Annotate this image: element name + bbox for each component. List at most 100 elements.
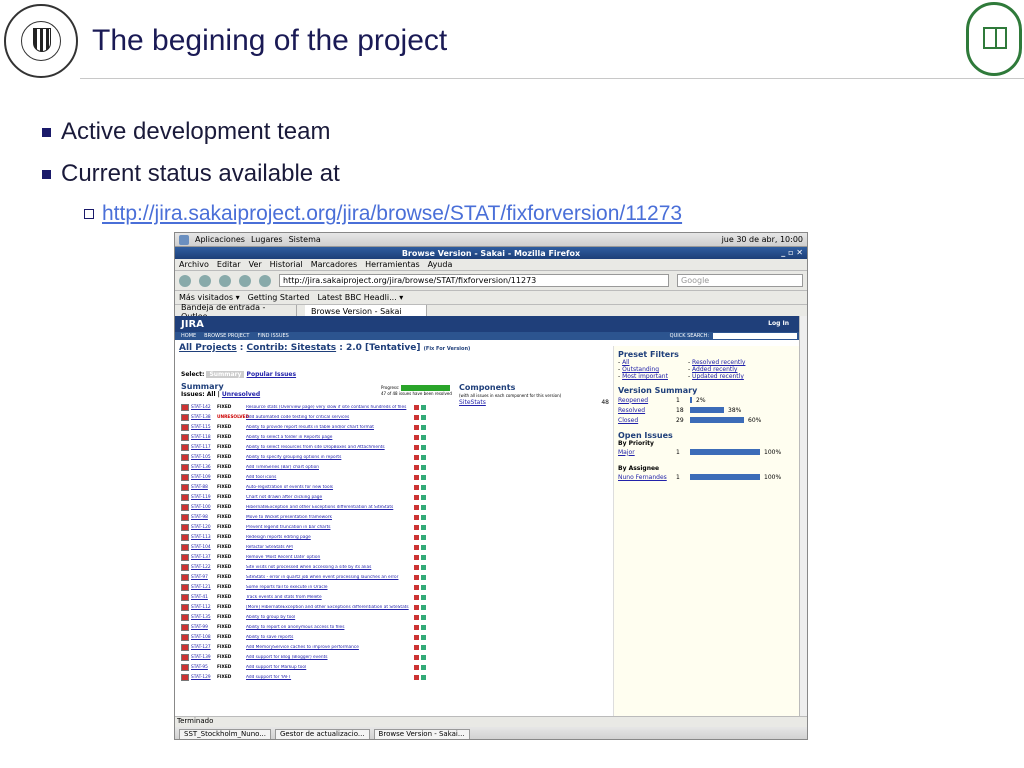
issue-summary[interactable]: Ability to specify grouping options in r… — [246, 455, 412, 460]
bookmark-getting-started[interactable]: Getting Started — [248, 293, 310, 302]
filter-most-important[interactable]: Most important — [622, 373, 668, 380]
issue-summary[interactable]: Some reports fail to execute in Oracle — [246, 585, 412, 590]
assignee-link[interactable]: Nuno Fernandes — [618, 474, 672, 481]
version-status-link[interactable]: Resolved — [618, 407, 672, 414]
window-controls[interactable]: _ ▫ ✕ — [781, 248, 803, 257]
issue-key[interactable]: STAT-142 — [191, 405, 215, 410]
issue-key[interactable]: STAT-108 — [191, 635, 215, 640]
issue-summary[interactable]: Ability to save reports — [246, 635, 412, 640]
menu-sistema[interactable]: Sistema — [289, 235, 321, 244]
filter-added-recently[interactable]: Added recently — [692, 366, 737, 373]
issue-summary[interactable]: Ability to report on anonymous access to… — [246, 625, 412, 630]
issue-summary[interactable]: Site visits not processed when accessing… — [246, 565, 412, 570]
issue-key[interactable]: STAT-88 — [191, 485, 215, 490]
crumb-project[interactable]: Contrib: Sitestats — [247, 343, 337, 353]
issue-summary[interactable]: [More] HibernateException and other Exce… — [246, 605, 412, 610]
back-icon[interactable] — [179, 274, 191, 287]
bookmark-most-visited[interactable]: Más visitados ▾ — [179, 293, 240, 302]
clock[interactable]: jue 30 de abr, 10:00 — [722, 235, 803, 244]
select-summary-tab[interactable]: Summary — [206, 371, 245, 378]
version-status-link[interactable]: Reopened — [618, 397, 672, 404]
issue-key[interactable]: STAT-113 — [191, 535, 215, 540]
menu-marcadores[interactable]: Marcadores — [311, 260, 357, 269]
menu-aplicaciones[interactable]: Aplicaciones — [195, 235, 245, 244]
select-popular-tab[interactable]: Popular Issues — [247, 371, 297, 378]
issue-key[interactable]: STAT-99 — [191, 625, 215, 630]
issue-summary[interactable]: Add automated code testing for critical … — [246, 415, 412, 420]
issue-summary[interactable]: Ability to select resources from site Dr… — [246, 445, 412, 450]
nav-browse-project[interactable]: BROWSE PROJECT — [204, 333, 249, 339]
issues-all[interactable]: All — [207, 391, 216, 398]
issue-summary[interactable]: Chart not drawn after clicking page — [246, 495, 412, 500]
filter-all[interactable]: All — [622, 359, 629, 366]
stop-icon[interactable] — [239, 274, 251, 287]
crumb-all-projects[interactable]: All Projects — [179, 343, 237, 353]
issue-key[interactable]: STAT-135 — [191, 615, 215, 620]
quick-search-input[interactable] — [713, 333, 797, 339]
issue-key[interactable]: STAT-129 — [191, 675, 215, 680]
issue-key[interactable]: STAT-98 — [191, 515, 215, 520]
issue-summary[interactable]: HibernateException and other Exceptions … — [246, 505, 412, 510]
bookmark-bbc[interactable]: Latest BBC Headli... ▾ — [317, 293, 403, 302]
vertical-scrollbar[interactable] — [799, 316, 807, 716]
menu-herramientas[interactable]: Herramientas — [365, 260, 420, 269]
issue-key[interactable]: STAT-105 — [191, 455, 215, 460]
issue-summary[interactable]: Move to Wicket presentation framework — [246, 515, 412, 520]
issue-key[interactable]: STAT-117 — [191, 445, 215, 450]
issues-unresolved[interactable]: Unresolved — [222, 391, 260, 398]
filter-updated-recently[interactable]: Updated recently — [692, 373, 744, 380]
issue-key[interactable]: STAT-118 — [191, 435, 215, 440]
jira-logo[interactable]: JIRA — [181, 319, 204, 330]
issue-key[interactable]: STAT-97 — [191, 575, 215, 580]
issue-key[interactable]: STAT-138 — [191, 415, 215, 420]
issue-summary[interactable]: Remove 'Most Recent Date' option — [246, 555, 412, 560]
issue-summary[interactable]: Add TimeSeries (Bar) chart option — [246, 465, 412, 470]
issue-key[interactable]: STAT-137 — [191, 555, 215, 560]
forward-icon[interactable] — [199, 274, 211, 287]
issue-key[interactable]: STAT-112 — [191, 605, 215, 610]
issue-key[interactable]: STAT-95 — [191, 665, 215, 670]
issue-key[interactable]: STAT-119 — [191, 495, 215, 500]
menu-ver[interactable]: Ver — [249, 260, 262, 269]
filter-outstanding[interactable]: Outstanding — [622, 366, 659, 373]
menu-lugares[interactable]: Lugares — [251, 235, 283, 244]
issue-key[interactable]: STAT-122 — [191, 565, 215, 570]
search-box[interactable]: Google — [677, 274, 803, 287]
task-sst[interactable]: SST_Stockholm_Nuno... — [179, 728, 271, 739]
issue-summary[interactable]: Auto-registration of events for new tool… — [246, 485, 412, 490]
issue-summary[interactable]: Track events and stats from Melete — [246, 595, 412, 600]
login-link[interactable]: Log In — [768, 320, 789, 327]
issue-key[interactable]: STAT-100 — [191, 505, 215, 510]
issue-summary[interactable]: Prevent legend truncation in bar charts — [246, 525, 412, 530]
issue-summary[interactable]: Ability to group by tool — [246, 615, 412, 620]
issue-summary[interactable]: Add MemoryService caches to improve perf… — [246, 645, 412, 650]
issue-key[interactable]: STAT-120 — [191, 525, 215, 530]
issue-summary[interactable]: Ability to select a folder in Reports pa… — [246, 435, 412, 440]
menu-editar[interactable]: Editar — [217, 260, 241, 269]
url-bar[interactable]: http://jira.sakaiproject.org/jira/browse… — [279, 274, 669, 287]
jira-link[interactable]: http://jira.sakaiproject.org/jira/browse… — [102, 202, 682, 225]
nav-find-issues[interactable]: FIND ISSUES — [257, 333, 288, 339]
issue-key[interactable]: STAT-41 — [191, 595, 215, 600]
home-icon[interactable] — [259, 274, 271, 287]
issue-key[interactable]: STAT-115 — [191, 425, 215, 430]
issue-summary[interactable]: SiteStats - error in quartz job when eve… — [246, 575, 412, 580]
issue-key[interactable]: STAT-139 — [191, 655, 215, 660]
issue-summary[interactable]: Ability to provide report results in tab… — [246, 425, 412, 430]
reload-icon[interactable] — [219, 274, 231, 287]
issue-key[interactable]: STAT-121 — [191, 585, 215, 590]
issue-summary[interactable]: Add support for Markup tool — [246, 665, 412, 670]
issue-summary[interactable]: Redesign reports editing page — [246, 535, 412, 540]
issue-summary[interactable]: Refactor SiteStats API — [246, 545, 412, 550]
issue-summary[interactable]: Add support for YAFT — [246, 675, 412, 680]
issue-key[interactable]: STAT-109 — [191, 475, 215, 480]
menu-ayuda[interactable]: Ayuda — [428, 260, 453, 269]
priority-major-link[interactable]: Major — [618, 449, 672, 456]
issue-key[interactable]: STAT-127 — [191, 645, 215, 650]
task-gestor[interactable]: Gestor de actualizacio... — [274, 728, 370, 739]
menu-historial[interactable]: Historial — [270, 260, 303, 269]
menu-archivo[interactable]: Archivo — [179, 260, 209, 269]
filter-resolved-recently[interactable]: Resolved recently — [692, 359, 745, 366]
nav-home[interactable]: HOME — [181, 333, 196, 339]
issue-summary[interactable]: Add support for Blog (Blogger) events — [246, 655, 412, 660]
